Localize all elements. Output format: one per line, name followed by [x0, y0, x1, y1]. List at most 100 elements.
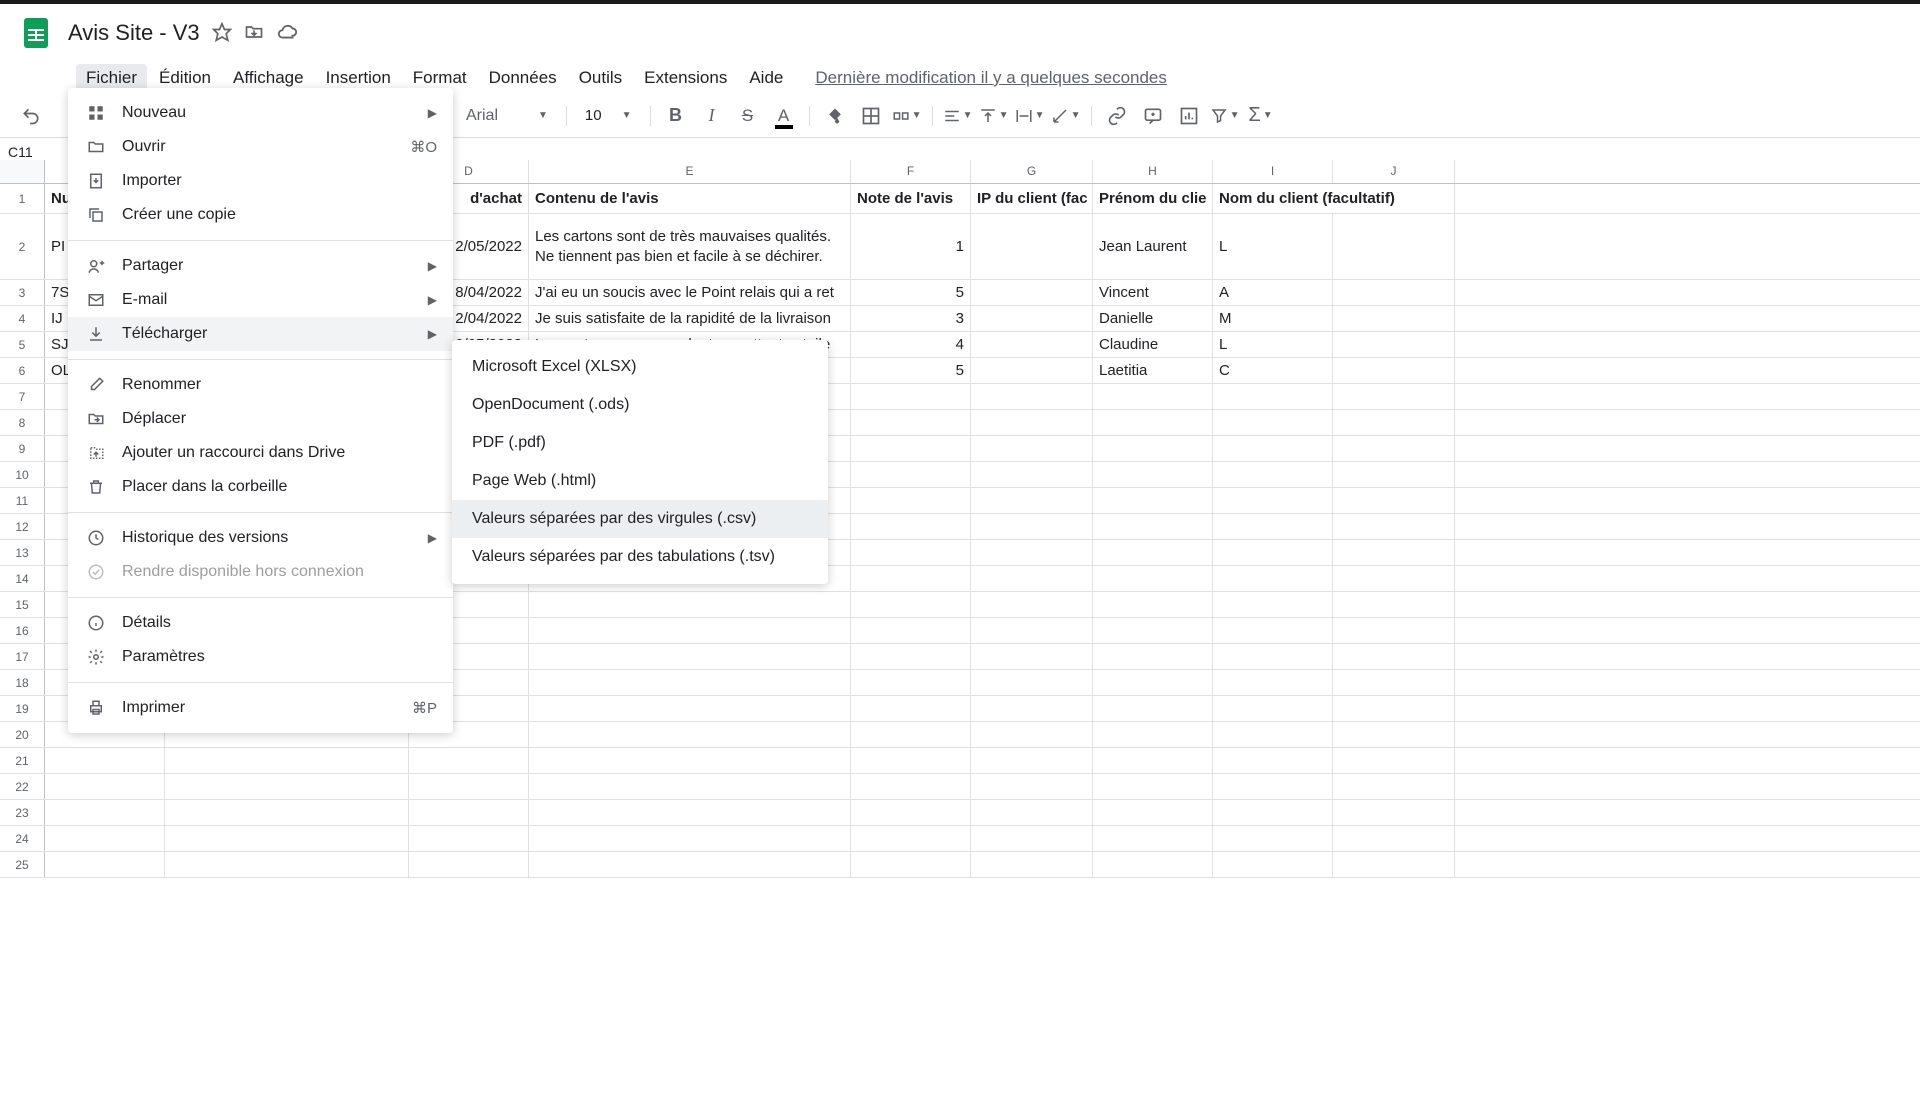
row-header[interactable]: 14: [0, 566, 45, 591]
cell[interactable]: Laetitia: [1093, 358, 1213, 383]
menu-parametres[interactable]: Paramètres: [68, 640, 453, 674]
row-header[interactable]: 5: [0, 332, 45, 357]
cell[interactable]: [851, 410, 971, 435]
cell[interactable]: [1333, 826, 1455, 851]
cloud-icon[interactable]: [276, 22, 298, 44]
cell[interactable]: 3: [851, 306, 971, 331]
download-html[interactable]: Page Web (.html): [452, 462, 828, 500]
cell[interactable]: [851, 540, 971, 565]
cell[interactable]: [1093, 800, 1213, 825]
cell[interactable]: [165, 774, 409, 799]
rotate-button[interactable]: ▼: [1051, 101, 1081, 131]
cell[interactable]: [851, 488, 971, 513]
cell[interactable]: Prénom du clie: [1093, 184, 1213, 213]
cell[interactable]: [971, 358, 1093, 383]
cell[interactable]: [971, 384, 1093, 409]
cell[interactable]: [851, 436, 971, 461]
cell[interactable]: [1093, 436, 1213, 461]
cell[interactable]: [1333, 358, 1455, 383]
cell[interactable]: [1333, 748, 1455, 773]
chart-button[interactable]: [1174, 101, 1204, 131]
cell[interactable]: [45, 826, 165, 851]
cell[interactable]: [851, 618, 971, 643]
cell[interactable]: [529, 774, 851, 799]
cell[interactable]: Jean Laurent: [1093, 214, 1213, 279]
cell[interactable]: [971, 488, 1093, 513]
cell[interactable]: [851, 644, 971, 669]
fill-color-button[interactable]: [820, 101, 850, 131]
cell[interactable]: IP du client (fac: [971, 184, 1093, 213]
cell[interactable]: [1093, 852, 1213, 877]
cell[interactable]: [45, 852, 165, 877]
strikethrough-button[interactable]: S: [733, 101, 763, 131]
link-button[interactable]: [1102, 101, 1132, 131]
cell[interactable]: [971, 644, 1093, 669]
cell[interactable]: [851, 774, 971, 799]
row-header[interactable]: 20: [0, 722, 45, 747]
row-header[interactable]: 7: [0, 384, 45, 409]
filter-button[interactable]: ▼: [1210, 101, 1240, 131]
cell[interactable]: 5: [851, 358, 971, 383]
cell[interactable]: [409, 748, 529, 773]
cell[interactable]: [971, 618, 1093, 643]
cell[interactable]: [1093, 592, 1213, 617]
cell[interactable]: [1213, 514, 1333, 539]
undo-button[interactable]: [16, 101, 46, 131]
row-header[interactable]: 10: [0, 462, 45, 487]
cell[interactable]: [851, 800, 971, 825]
menu-email[interactable]: E-mail ▶: [68, 283, 453, 317]
cell[interactable]: [529, 800, 851, 825]
cell[interactable]: [971, 462, 1093, 487]
row-header[interactable]: 8: [0, 410, 45, 435]
cell[interactable]: [1213, 384, 1333, 409]
cell[interactable]: [1093, 670, 1213, 695]
select-all-corner[interactable]: [0, 160, 45, 183]
cell[interactable]: [1333, 436, 1455, 461]
cell[interactable]: [1093, 618, 1213, 643]
menu-historique[interactable]: Historique des versions ▶: [68, 521, 453, 555]
menu-imprimer[interactable]: Imprimer ⌘P: [68, 691, 453, 725]
menu-deplacer[interactable]: Déplacer: [68, 402, 453, 436]
cell[interactable]: [971, 540, 1093, 565]
cell[interactable]: [1213, 592, 1333, 617]
cell[interactable]: [971, 306, 1093, 331]
cell[interactable]: [1333, 514, 1455, 539]
cell[interactable]: [1333, 540, 1455, 565]
cell[interactable]: [851, 748, 971, 773]
row-header[interactable]: 18: [0, 670, 45, 695]
cell[interactable]: [45, 774, 165, 799]
cell[interactable]: [529, 644, 851, 669]
wrap-button[interactable]: ▼: [1015, 101, 1045, 131]
menu-details[interactable]: Détails: [68, 606, 453, 640]
cell[interactable]: [971, 826, 1093, 851]
cell[interactable]: [971, 696, 1093, 721]
cell[interactable]: [1333, 280, 1455, 305]
cell[interactable]: [1333, 306, 1455, 331]
cell[interactable]: [529, 618, 851, 643]
col-i[interactable]: I: [1213, 160, 1333, 183]
cell[interactable]: [971, 774, 1093, 799]
cell[interactable]: [1093, 540, 1213, 565]
cell[interactable]: [1213, 436, 1333, 461]
cell[interactable]: L: [1213, 332, 1333, 357]
row-header[interactable]: 4: [0, 306, 45, 331]
menu-partager[interactable]: Partager ▶: [68, 249, 453, 283]
menu-raccourci[interactable]: Ajouter un raccourci dans Drive: [68, 436, 453, 470]
cell[interactable]: Vincent: [1093, 280, 1213, 305]
row-header[interactable]: 16: [0, 618, 45, 643]
menu-outils[interactable]: Outils: [569, 64, 632, 92]
cell[interactable]: [971, 514, 1093, 539]
cell[interactable]: [1333, 214, 1455, 279]
cell[interactable]: [971, 722, 1093, 747]
menu-aide[interactable]: Aide: [739, 64, 793, 92]
valign-button[interactable]: ▼: [979, 101, 1009, 131]
cell[interactable]: [1333, 488, 1455, 513]
cell[interactable]: [1213, 488, 1333, 513]
cell[interactable]: [1213, 696, 1333, 721]
cell[interactable]: [851, 670, 971, 695]
cell[interactable]: C: [1213, 358, 1333, 383]
borders-button[interactable]: [856, 101, 886, 131]
row-header[interactable]: 13: [0, 540, 45, 565]
cell[interactable]: [1333, 852, 1455, 877]
cell[interactable]: [971, 748, 1093, 773]
